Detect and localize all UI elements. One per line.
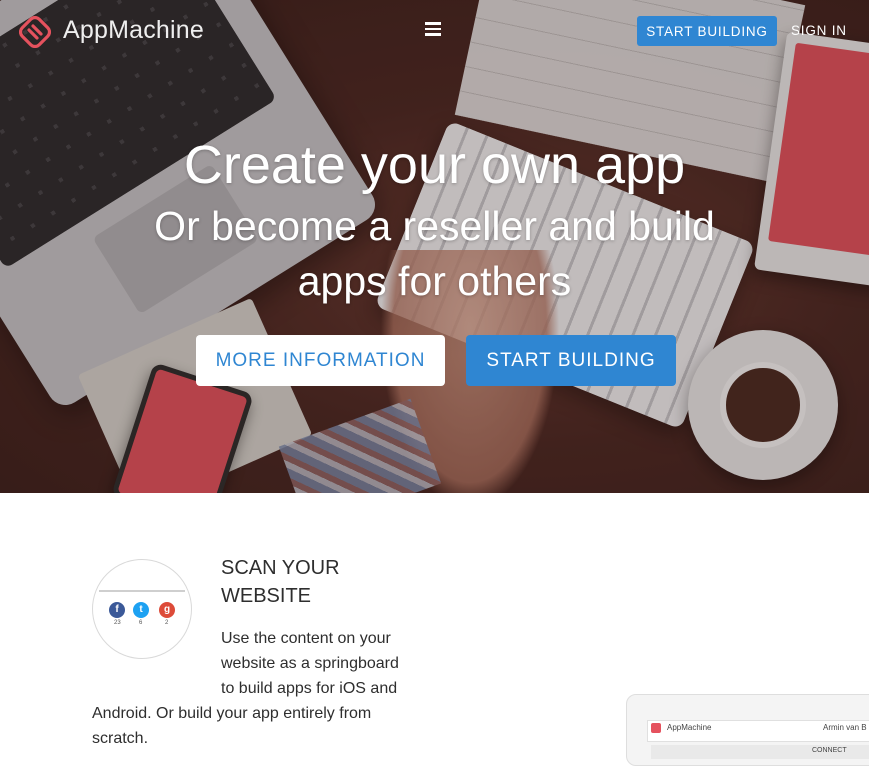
feature-body-line: Use the content on your	[221, 630, 391, 647]
feature-body-line: website as a springboard	[221, 655, 399, 672]
share-count: 23	[114, 620, 121, 626]
hero-subline-2: apps for others	[297, 258, 572, 304]
more-information-button[interactable]: MORE INFORMATION	[196, 335, 445, 386]
hero-headline: Create your own app	[183, 135, 686, 195]
feature-body-line: Android. Or build your app entirely from	[92, 705, 372, 722]
scan-website-illustration: f t g 23 6 2	[92, 559, 192, 659]
feature-title-line: WEBSITE	[221, 585, 312, 607]
device-user: Armin van B	[823, 723, 867, 732]
nav-start-building-button[interactable]: START BUILDING	[637, 16, 777, 46]
feature-title: SCAN YOUR WEBSITE	[221, 554, 340, 610]
twitter-icon: t	[133, 602, 149, 618]
google-plus-icon: g	[159, 602, 175, 618]
feature-body-line: to build apps for iOS and	[221, 680, 398, 697]
brand-name[interactable]: AppMachine	[63, 16, 204, 45]
device-connect: CONNECT	[812, 747, 847, 754]
feature-body-line: scratch.	[92, 730, 149, 747]
hero-subline-1: Or become a reseller and build	[154, 203, 715, 249]
sign-in-link[interactable]: SIGN IN	[791, 23, 847, 38]
hero-start-building-button[interactable]: START BUILDING	[466, 335, 676, 386]
top-nav: AppMachine START BUILDING SIGN IN	[0, 0, 869, 64]
facebook-icon: f	[109, 602, 125, 618]
hero-banner: AppMachine START BUILDING SIGN IN Create…	[0, 0, 869, 493]
device-preview: AppMachine Armin van B CONNECT	[626, 694, 869, 766]
appmachine-logo-icon[interactable]	[19, 16, 51, 48]
app-logo-icon	[651, 723, 661, 733]
hamburger-icon[interactable]	[425, 22, 443, 38]
device-brand: AppMachine	[667, 723, 712, 732]
feature-title-line: SCAN YOUR	[221, 557, 340, 579]
share-count: 6	[139, 620, 143, 626]
share-count: 2	[165, 620, 169, 626]
